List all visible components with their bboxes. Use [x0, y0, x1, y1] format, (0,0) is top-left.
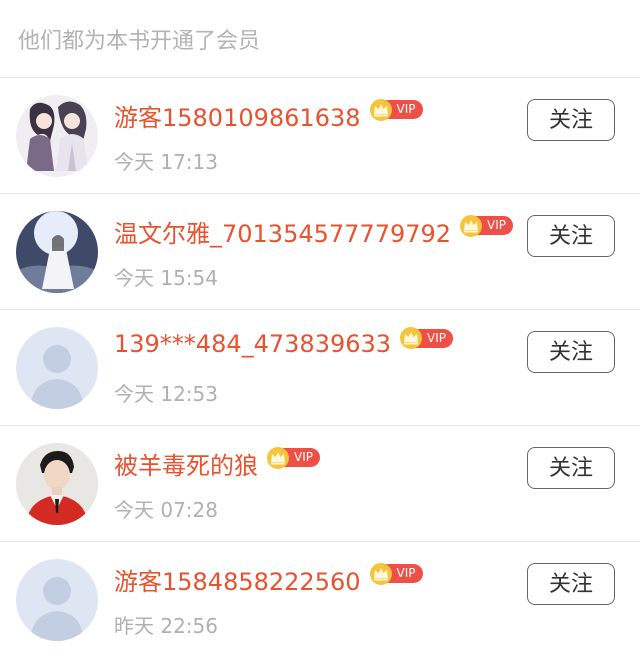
follow-button[interactable]: 关注: [527, 331, 615, 373]
crown-icon: [460, 214, 483, 237]
timestamp: 昨天 22:56: [114, 614, 218, 638]
list-item[interactable]: 温文尔雅_701354577779792 VIP 今天 15:54 关注: [0, 194, 640, 310]
list-item[interactable]: 被羊毒死的狼 VIP 今天 07:28 关注: [0, 426, 640, 542]
username[interactable]: 温文尔雅_701354577779792: [114, 214, 451, 249]
vip-badge: VIP: [459, 214, 514, 238]
timestamp: 今天 17:13: [114, 150, 218, 174]
follow-button[interactable]: 关注: [527, 215, 615, 257]
crown-icon: [369, 98, 392, 121]
name-line: 游客1580109861638 VIP: [114, 98, 423, 133]
username[interactable]: 被羊毒死的狼: [114, 446, 258, 481]
timestamp: 今天 12:53: [114, 382, 218, 406]
follow-button[interactable]: 关注: [527, 563, 615, 605]
username[interactable]: 139***484_473839633: [114, 330, 391, 358]
username[interactable]: 游客1584858222560: [114, 562, 361, 597]
name-line: 游客1584858222560 VIP: [114, 562, 423, 597]
list-item[interactable]: 139***484_473839633 VIP 今天 12:53 关注: [0, 310, 640, 426]
crown-icon: [267, 446, 289, 469]
page-title: 他们都为本书开通了会员: [18, 28, 261, 54]
list-item[interactable]: 游客1580109861638 VIP 今天 17:13 关注: [0, 78, 640, 194]
username[interactable]: 游客1580109861638: [114, 98, 361, 133]
page-header: 他们都为本书开通了会员: [0, 0, 640, 78]
name-line: 被羊毒死的狼 VIP: [114, 446, 320, 481]
vip-badge: VIP: [266, 446, 320, 470]
avatar[interactable]: [16, 443, 98, 525]
avatar[interactable]: [16, 211, 98, 293]
follow-button[interactable]: 关注: [527, 447, 615, 489]
avatar[interactable]: [16, 327, 98, 409]
avatar[interactable]: [16, 95, 98, 177]
name-line: 139***484_473839633 VIP: [114, 327, 454, 358]
crown-icon: [400, 327, 423, 349]
name-line: 温文尔雅_701354577779792 VIP: [114, 214, 514, 249]
timestamp: 今天 15:54: [114, 266, 218, 290]
list-item[interactable]: 游客1584858222560 VIP 昨天 22:56 关注: [0, 542, 640, 658]
timestamp: 今天 07:28: [114, 498, 218, 522]
vip-badge: VIP: [369, 562, 423, 586]
crown-icon: [369, 562, 392, 585]
vip-badge: VIP: [369, 98, 423, 122]
avatar[interactable]: [16, 559, 98, 641]
follow-button[interactable]: 关注: [527, 99, 615, 141]
vip-badge: VIP: [399, 326, 454, 350]
member-list: 游客1580109861638 VIP 今天 17:13 关注 温文尔雅_701…: [0, 78, 640, 658]
